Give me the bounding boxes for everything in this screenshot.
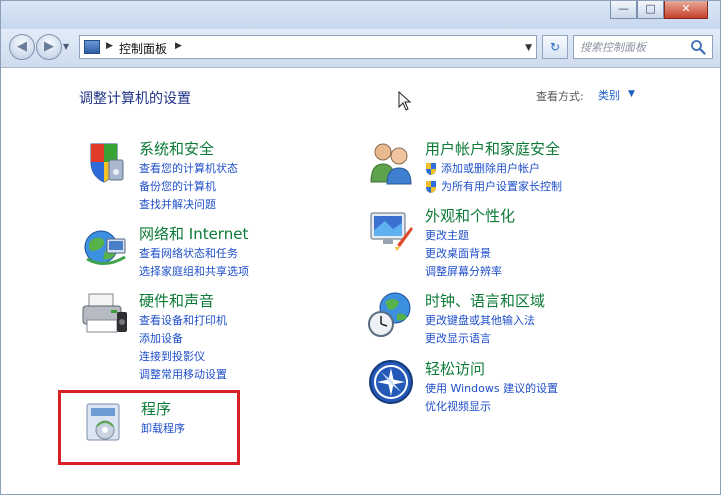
- search-icon[interactable]: [690, 39, 706, 55]
- category-title[interactable]: 硬件和声音: [139, 290, 214, 311]
- recent-pages-dropdown-icon[interactable]: ▼: [63, 42, 69, 51]
- control-panel-window: — □ ✕ ◀ ▶ ▼ ▶ 控制面板 ▶ ▼ ↻ 调整计算机的设置 查看方式:: [0, 0, 721, 495]
- link-desktop-background[interactable]: 更改桌面背景: [425, 245, 502, 263]
- link-text: 为所有用户设置家长控制: [441, 180, 562, 193]
- navigation-bar: ◀ ▶ ▼ ▶ 控制面板 ▶ ▼ ↻: [1, 29, 720, 68]
- control-panel-icon: [84, 40, 100, 54]
- forward-button[interactable]: ▶: [36, 34, 62, 60]
- link-add-remove-accounts[interactable]: 添加或删除用户帐户: [425, 160, 562, 178]
- search-input[interactable]: [576, 38, 696, 56]
- minimize-button[interactable]: —: [610, 1, 637, 19]
- link-homegroup-sharing[interactable]: 选择家庭组和共享选项: [139, 263, 249, 281]
- link-find-fix-problems[interactable]: 查找并解决问题: [139, 196, 238, 214]
- category-links: 使用 Windows 建议的设置 优化视频显示: [425, 380, 558, 416]
- category-title[interactable]: 外观和个性化: [425, 205, 515, 226]
- category-links: 添加或删除用户帐户 为所有用户设置家长控制: [425, 160, 562, 196]
- link-network-status[interactable]: 查看网络状态和任务: [139, 245, 249, 263]
- page-title: 调整计算机的设置: [79, 91, 191, 107]
- category-links: 更改主题 更改桌面背景 调整屏幕分辨率: [425, 227, 502, 281]
- link-parental-controls[interactable]: 为所有用户设置家长控制: [425, 178, 562, 196]
- link-recommended-settings[interactable]: 使用 Windows 建议的设置: [425, 380, 558, 398]
- category-links: 查看设备和打印机 添加设备 连接到投影仪 调整常用移动设置: [139, 312, 227, 384]
- link-add-device[interactable]: 添加设备: [139, 330, 227, 348]
- link-optimize-video[interactable]: 优化视频显示: [425, 398, 558, 416]
- title-bar: — □ ✕: [1, 1, 720, 29]
- network-globe-icon[interactable]: [81, 223, 129, 271]
- ease-of-access-icon[interactable]: [367, 358, 415, 406]
- category-links: 更改键盘或其他输入法 更改显示语言: [425, 312, 535, 348]
- refresh-icon: ↻: [549, 40, 561, 54]
- shield-icon[interactable]: [81, 138, 129, 186]
- address-bar[interactable]: ▶ 控制面板 ▶ ▼: [79, 35, 537, 59]
- link-view-computer-status[interactable]: 查看您的计算机状态: [139, 160, 238, 178]
- users-icon[interactable]: [367, 138, 415, 186]
- breadcrumb-separator-icon[interactable]: ▶: [106, 41, 113, 51]
- link-change-theme[interactable]: 更改主题: [425, 227, 502, 245]
- printer-icon[interactable]: [81, 290, 129, 338]
- category-links: 查看网络状态和任务 选择家庭组和共享选项: [139, 245, 249, 281]
- mouse-pointer-icon: [398, 91, 412, 111]
- highlight-box: [58, 390, 240, 465]
- category-links: 查看您的计算机状态 备份您的计算机 查找并解决问题: [139, 160, 238, 214]
- category-title[interactable]: 时钟、语言和区域: [425, 290, 545, 311]
- close-button[interactable]: ✕: [664, 1, 708, 19]
- category-title[interactable]: 用户帐户和家庭安全: [425, 138, 560, 159]
- link-devices-printers[interactable]: 查看设备和打印机: [139, 312, 227, 330]
- link-keyboard-input[interactable]: 更改键盘或其他输入法: [425, 312, 535, 330]
- breadcrumb-separator-icon[interactable]: ▶: [175, 41, 182, 51]
- main-content: 调整计算机的设置 查看方式: 类别 ▼ 系统和安全 查看您的计算机状态 备份您的…: [1, 68, 720, 494]
- uac-shield-icon: [426, 163, 436, 175]
- link-screen-resolution[interactable]: 调整屏幕分辨率: [425, 263, 502, 281]
- window-controls: — □ ✕: [610, 1, 708, 19]
- link-backup-computer[interactable]: 备份您的计算机: [139, 178, 238, 196]
- link-display-language[interactable]: 更改显示语言: [425, 330, 535, 348]
- link-mobility-settings[interactable]: 调整常用移动设置: [139, 366, 227, 384]
- breadcrumb-control-panel[interactable]: 控制面板: [119, 40, 167, 57]
- category-title[interactable]: 系统和安全: [139, 138, 214, 159]
- back-button[interactable]: ◀: [9, 34, 35, 60]
- view-by-dropdown[interactable]: 类别: [598, 87, 620, 103]
- link-connect-projector[interactable]: 连接到投影仪: [139, 348, 227, 366]
- search-box[interactable]: [573, 35, 713, 59]
- refresh-button[interactable]: ↻: [542, 35, 568, 59]
- appearance-icon[interactable]: [367, 205, 415, 253]
- link-text: 添加或删除用户帐户: [441, 162, 540, 175]
- view-by-label: 查看方式:: [536, 90, 584, 103]
- category-title[interactable]: 网络和 Internet: [139, 223, 248, 244]
- uac-shield-icon: [426, 181, 436, 193]
- category-title[interactable]: 轻松访问: [425, 358, 485, 379]
- maximize-button[interactable]: □: [637, 1, 664, 19]
- view-by-arrow-icon[interactable]: ▼: [628, 89, 635, 99]
- clock-globe-icon[interactable]: [367, 290, 415, 338]
- address-dropdown-icon[interactable]: ▼: [525, 43, 532, 53]
